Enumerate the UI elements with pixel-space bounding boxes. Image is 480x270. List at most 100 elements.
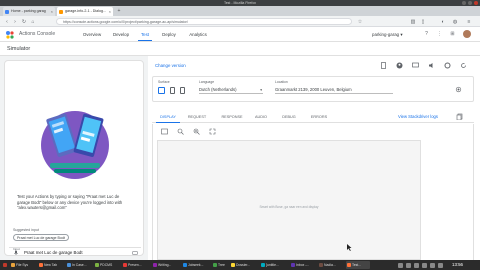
fit-screen-icon[interactable] [161,128,168,135]
zoom-in-icon[interactable] [193,128,200,135]
keyboard-icon[interactable] [132,250,138,256]
taskbar-item[interactable]: Nadia... [318,261,344,269]
nav-overview[interactable]: Overview [80,29,104,41]
tab-errors[interactable]: ERRORS [308,111,330,123]
taskbar-item[interactable]: New Tab [38,261,64,269]
sidebar-icon[interactable]: ▯ [420,19,426,25]
tab-response[interactable]: RESPONSE [218,111,246,123]
extension-icon[interactable]: ◐ [440,19,446,25]
volume-tray-icon[interactable] [438,262,443,268]
phones-illustration [41,111,109,179]
taskbar-item[interactable]: In Case... [66,261,92,269]
nav-deploy[interactable]: Deploy [158,29,180,41]
home-icon[interactable]: ⌂ [30,19,36,25]
help-icon[interactable]: ? [423,31,430,38]
taskbar-item[interactable]: Writing... [152,261,180,269]
taskbar-item-active[interactable]: Test... [346,261,370,269]
os-logo-icon [3,263,7,267]
close-icon[interactable] [474,1,478,5]
settings-icon[interactable] [444,62,451,69]
tab-label: Home - parking garag [11,9,46,13]
tab-close-icon[interactable]: × [109,7,111,16]
app-icon [39,263,43,267]
start-menu-icon[interactable] [2,261,8,269]
taskbar-item-label: Presen... [128,263,142,267]
tab-audio[interactable]: AUDIO [252,111,270,123]
browser-tab-dialogflow[interactable]: garage-info-2-1 - Dialog... × [57,7,113,16]
surface-speaker-button[interactable] [180,87,185,94]
taskbar-item-label: In Case... [72,263,87,267]
view-logs-link[interactable]: View Stackdriver logs [398,111,438,123]
browser-tab-bar: Home - parking garag × garage-info-2-1 -… [0,6,480,16]
tab-request[interactable]: REQUEST [184,111,210,123]
language-select[interactable]: Dutch (Netherlands) ▾ [199,86,263,94]
change-version-link[interactable]: Change version [155,63,186,69]
more-vert-icon[interactable]: ⋮ [436,31,443,38]
extension-icon-2[interactable]: ◍ [452,19,458,25]
battery-icon[interactable] [430,262,435,268]
tab-display[interactable]: DISPLAY [156,111,180,123]
surface-phone-button[interactable] [170,87,175,94]
nav-test[interactable]: Test [138,29,152,41]
taskbar-item[interactable]: Dossier... [230,261,258,269]
tab-debug[interactable]: DEBUG [280,111,298,123]
zoom-out-icon[interactable] [177,128,184,135]
reset-icon[interactable] [460,62,467,69]
clock[interactable]: 13:56 [452,261,463,269]
mic-icon[interactable] [13,250,19,256]
taskbar-item[interactable]: Tree [212,261,228,269]
tab-close-icon[interactable]: × [51,7,53,16]
fullscreen-icon[interactable] [209,128,216,135]
back-icon[interactable]: ‹ [4,19,10,25]
simulator-input[interactable]: Input Praat met Luc de garage Bodt [9,247,141,256]
location-input[interactable]: Graanmarkt 2139, 2000 Leuven, Belgium [275,86,393,94]
account-icon[interactable] [396,62,403,69]
simulator-intro-text: Test your Actions by typing or saying "P… [17,194,123,211]
browser-tab-home[interactable]: Home - parking garag × [3,7,55,16]
document-icon[interactable] [380,62,387,69]
nav-analytics[interactable]: Analytics [185,29,211,41]
volume-icon[interactable] [428,62,435,69]
tab-label: garage-info-2-1 - Dialog... [65,9,106,13]
library-icon[interactable]: ▥ [410,19,416,25]
display-area: Smart with Bose, ga naar een and display [152,124,474,260]
suggestion-chip[interactable]: Praat met Luc de garage Bodt [13,234,69,241]
tray-icon[interactable] [406,262,411,268]
taskbar-item[interactable]: PDCMS [94,261,120,269]
copy-icon[interactable] [456,113,463,120]
surface-display-button[interactable] [158,87,165,94]
reload-icon[interactable]: ↻ [21,19,27,25]
address-row: ‹ › ↻ ⌂ https://console.actions.google.c… [0,16,480,27]
nav-develop[interactable]: Develop [110,29,132,41]
minimize-icon[interactable] [462,1,466,5]
gps-icon[interactable] [455,86,462,93]
menu-icon[interactable]: ≡ [466,19,472,25]
project-name: parking-garag [372,32,400,37]
app-icon [123,263,127,267]
taskbar-item-label: New Tab [44,263,58,267]
monitor-icon[interactable] [412,62,419,69]
bluetooth-icon[interactable] [422,262,427,268]
app-icon [67,263,71,267]
bookmark-icon[interactable]: ☆ [357,19,363,25]
app-name: Actions Console [19,31,56,37]
url-bar[interactable]: https://console.actions.google.com/u/0/p… [56,18,352,25]
taskbar-item[interactable]: File Sys [10,261,36,269]
avatar[interactable] [463,30,471,38]
apps-grid-icon[interactable]: ⊞ [449,31,456,38]
project-selector[interactable]: parking-garag ▾ [372,31,403,38]
tray-icon[interactable] [398,262,403,268]
maximize-icon[interactable] [468,1,472,5]
network-icon[interactable] [414,262,419,268]
app-icon [347,263,351,267]
forward-icon[interactable]: › [12,19,18,25]
app-icon [319,263,323,267]
input-value[interactable]: Praat met Luc de garage Bodt [24,250,83,256]
taskbar-item[interactable]: Presen... [122,261,150,269]
new-tab-icon[interactable]: + [115,7,123,16]
os-taskbar: File Sys New Tab In Case... PDCMS Presen… [0,260,480,270]
taskbar-item[interactable]: [untitle... [260,261,288,269]
taskbar-item[interactable]: Inbox -... [290,261,316,269]
app-icon [183,263,187,267]
taskbar-item[interactable]: Jobseek... [182,261,210,269]
